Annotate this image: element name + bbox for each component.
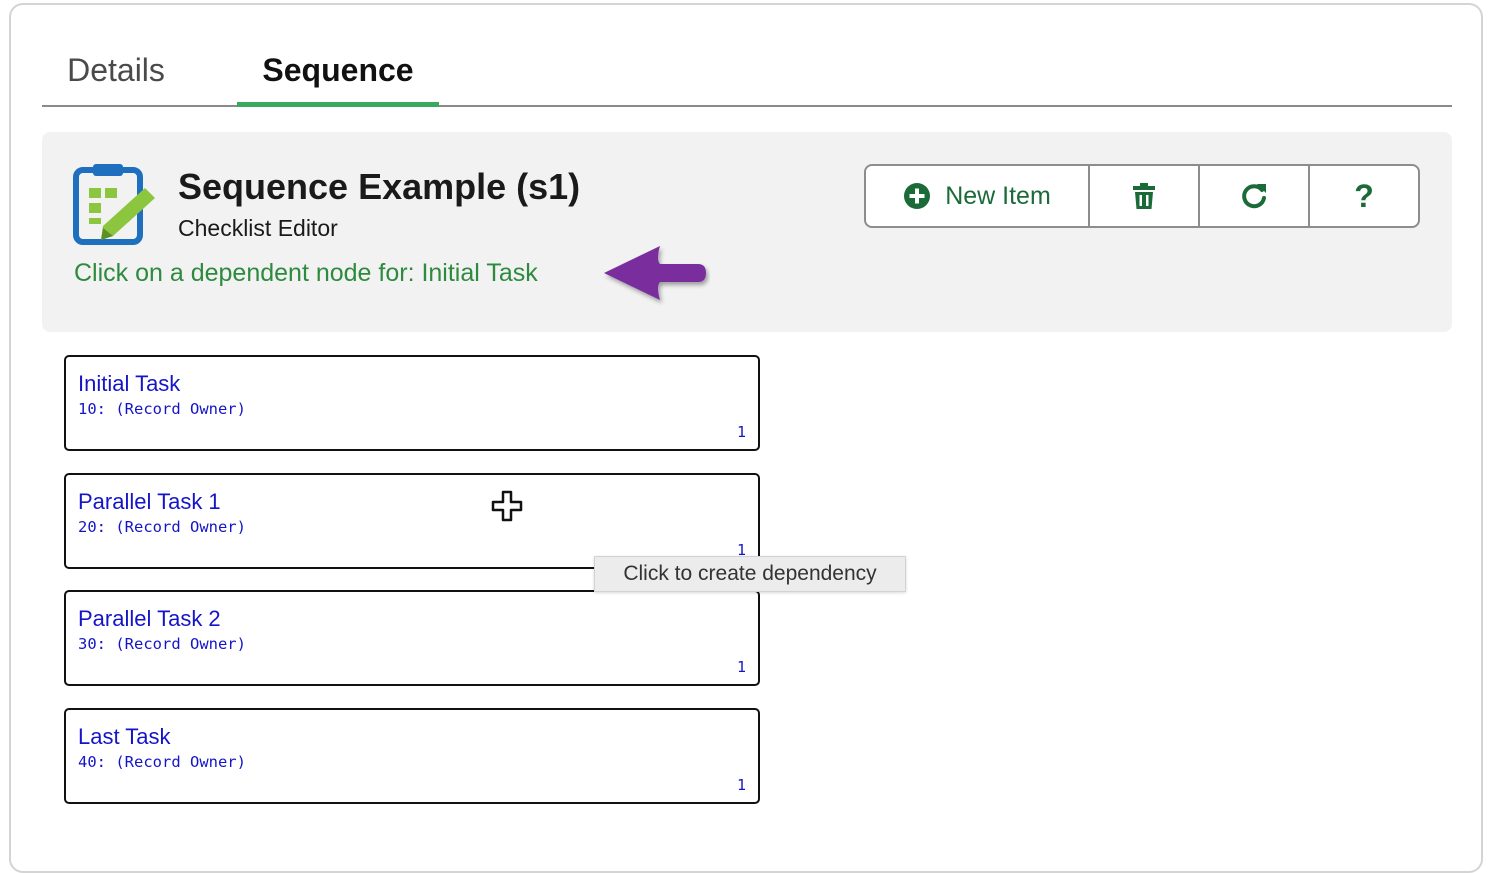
new-item-label: New Item [945,181,1051,210]
task-node-last-task[interactable]: Last Task 40: (Record Owner) 1 [64,708,760,804]
page-subtitle: Checklist Editor [178,215,338,241]
delete-button[interactable] [1090,166,1200,226]
tab-sequence[interactable]: Sequence [237,36,439,107]
tab-details[interactable]: Details [42,36,190,107]
task-node-parallel-task-1[interactable]: Parallel Task 1 20: (Record Owner) 1 [64,473,760,569]
new-item-button[interactable]: New Item [866,166,1090,226]
task-node-name: Last Task [78,724,171,749]
help-button[interactable]: ? [1310,166,1418,226]
task-node-name: Initial Task [78,371,181,396]
task-node-parallel-task-2[interactable]: Parallel Task 2 30: (Record Owner) 1 [64,590,760,686]
editor-toolbar: New Item ? [864,164,1420,228]
task-node-count: 1 [736,658,746,676]
crosshair-cursor-icon [491,490,523,522]
task-node-owner: 30: (Record Owner) [78,635,246,653]
dependency-instruction: Click on a dependent node for: Initial T… [74,259,538,287]
refresh-button[interactable] [1200,166,1310,226]
plus-circle-icon [904,183,931,209]
task-node-count: 1 [736,423,746,441]
task-node-name: Parallel Task 2 [78,606,221,631]
task-node-initial-task[interactable]: Initial Task 10: (Record Owner) 1 [64,355,760,451]
task-node-owner: 10: (Record Owner) [78,400,246,418]
tab-bar: Details Sequence [42,36,1452,107]
task-node-name: Parallel Task 1 [78,489,221,514]
task-node-count: 1 [736,776,746,794]
trash-icon [1133,183,1155,209]
task-node-owner: 40: (Record Owner) [78,753,246,771]
checklist-editor-icon [73,164,155,245]
refresh-icon [1242,184,1266,209]
page-title: Sequence Example (s1) [178,166,581,207]
dependency-tooltip: Click to create dependency [594,556,906,592]
header-panel: Sequence Example (s1) Checklist Editor C… [42,132,1452,332]
task-node-owner: 20: (Record Owner) [78,518,246,536]
arrow-left-icon [604,246,706,300]
